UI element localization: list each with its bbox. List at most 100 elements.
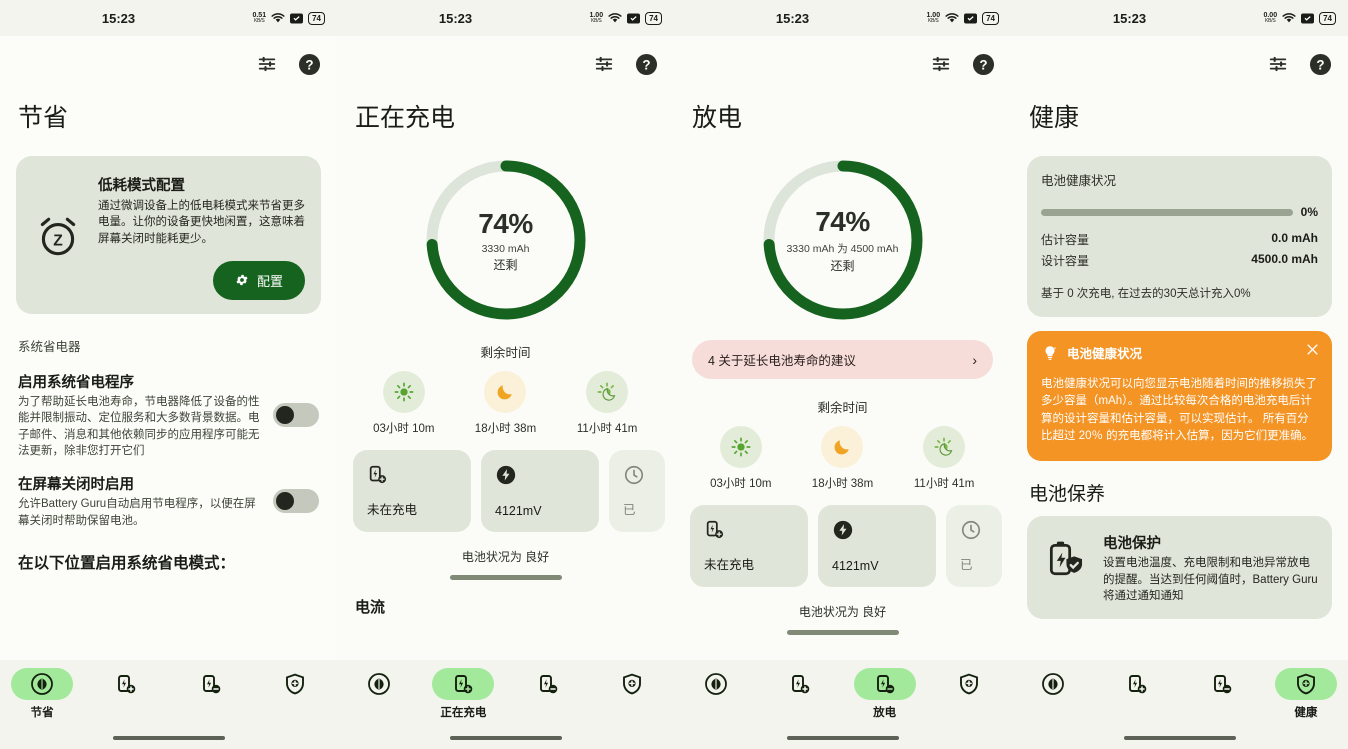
bolt-circle-icon — [833, 520, 853, 540]
nav-item-saver[interactable]: 节省 — [0, 668, 84, 720]
nav-pill — [938, 668, 1000, 700]
sun-moon-icon — [923, 426, 966, 468]
nav-pill — [11, 668, 74, 700]
health-progress-bar — [1041, 208, 1293, 216]
gesture-bar[interactable] — [112, 736, 225, 740]
nav-item-charging[interactable]: 正在充电 — [758, 668, 842, 720]
pref-row-enable-saver[interactable]: 启用系统省电程序 为了帮助延长电池寿命，节电器降低了设备的性能并限制振动、定位服… — [16, 367, 321, 469]
nav-item-discharging[interactable]: 放电 — [1180, 668, 1264, 720]
stat-value: 已 — [960, 558, 973, 572]
svg-text:?: ? — [305, 57, 313, 72]
toggle-enable-saver[interactable] — [273, 403, 319, 428]
nav-item-saver[interactable]: 节省 — [1011, 668, 1095, 720]
nav-pill — [853, 668, 916, 700]
battery-plus-icon — [369, 465, 387, 484]
vpn-icon — [964, 13, 978, 23]
svg-text:Z: Z — [53, 232, 63, 249]
nav-item-charging[interactable]: 正在充电 — [1095, 668, 1179, 720]
page-title: 正在充电 — [355, 104, 456, 132]
battery-level-ring: 74% 3330 mAh 为 4500 mAh 还剩 — [759, 156, 927, 324]
nav-pill — [769, 668, 831, 700]
app-bar: ? — [1011, 36, 1348, 92]
remaining-label: 11小时 41m — [913, 478, 975, 490]
close-icon[interactable] — [1305, 342, 1320, 362]
screen-saver: 15:23 0.51 KB/S 74 ? 节省 Z 低耗模式配置 通过微调设备上… — [0, 0, 337, 749]
pref-row-screen-off[interactable]: 在屏幕关闭时启用 允许Battery Guru自动启用节电程序，以便在屏幕关闭时… — [16, 469, 321, 539]
toggle-screen-off[interactable] — [273, 489, 319, 514]
section-divider — [449, 575, 562, 580]
temperature-icon — [961, 520, 981, 540]
nav-item-charging[interactable]: 正在充电 — [421, 668, 505, 720]
nav-item-health[interactable]: 健康 — [590, 668, 674, 720]
gear-icon — [236, 275, 248, 286]
battery-icon: 74 — [1319, 11, 1336, 25]
maintenance-card-title: 电池保护 — [1103, 536, 1161, 552]
tune-sliders-icon[interactable] — [256, 53, 278, 75]
page-title: 健康 — [1029, 104, 1080, 132]
ring-remaining-label: 还剩 — [830, 259, 855, 273]
moon-icon — [484, 371, 527, 413]
help-circle-icon[interactable]: ? — [1309, 53, 1332, 76]
maintenance-body: 电池保护 设置电池温度、充电限制和电池异常放电的提醒。当达到任何阈值时，Batt… — [1103, 532, 1318, 605]
section-divider — [786, 630, 899, 635]
wifi-icon — [945, 13, 959, 23]
stat-value: 未在充电 — [704, 558, 755, 572]
battery-plus-icon — [792, 675, 810, 694]
nav-item-health[interactable]: 健康 — [253, 668, 337, 720]
advice-label: 4 关于延长电池寿命的建议 — [708, 354, 856, 368]
nav-item-discharging[interactable]: 放电 — [843, 668, 927, 720]
screenshot-root: 15:23 0.51 KB/S 74 ? 节省 Z 低耗模式配置 通过微调设备上… — [0, 0, 1348, 749]
configure-button[interactable]: 配置 — [212, 260, 305, 300]
network-speed-icon: 0.51 KB/S — [252, 12, 267, 24]
status-time: 15:23 — [775, 10, 810, 26]
row-value: 4500.0 mAh — [1251, 252, 1318, 266]
gesture-bar[interactable] — [786, 736, 899, 740]
status-bar: 15:23 0.51 KB/S 74 — [0, 0, 337, 36]
stat-card-charging-state[interactable]: 未在充电 — [353, 450, 471, 532]
charging-content: 正在充电 74% 3330 mAh 还剩 剩余时间 03小时 10m 18小时 … — [337, 92, 674, 660]
gesture-bar[interactable] — [449, 736, 562, 740]
stat-card-voltage[interactable]: 4121mV — [818, 505, 936, 587]
tune-sliders-icon[interactable] — [1267, 53, 1289, 75]
ring-percent: 74% — [815, 206, 870, 237]
help-circle-icon[interactable]: ? — [635, 53, 658, 76]
nav-item-health[interactable]: 健康 — [927, 668, 1011, 720]
temperature-icon — [624, 465, 644, 485]
remaining-item-moon: 18小时 38m — [455, 371, 556, 436]
pref-title: 在屏幕关闭时启用 — [18, 477, 134, 494]
stat-card-temperature[interactable]: 已 — [609, 450, 665, 532]
screen-health: 15:23 0.00 KB/S 74 ? 健康 电池健康状况 0% 估计容量 0… — [1011, 0, 1348, 749]
nav-item-saver[interactable]: 节省 — [337, 668, 421, 720]
nav-label: 放电 — [873, 707, 897, 719]
nav-item-health[interactable]: 健康 — [1264, 668, 1348, 720]
nav-pill — [1191, 668, 1253, 700]
stat-card-temperature[interactable]: 已 — [946, 505, 1002, 587]
low-power-tip-card[interactable]: Z 低耗模式配置 通过微调设备上的低电耗模式来节省更多电量。让你的设备更快地闲置… — [16, 156, 321, 314]
pref-sub: 为了帮助延长电池寿命，节电器降低了设备的性能并限制振动、定位服务和大多数背景数据… — [18, 395, 260, 457]
nav-item-charging[interactable]: 正在充电 — [84, 668, 168, 720]
discharging-content: 放电 74% 3330 mAh 为 4500 mAh 还剩 4 关于延长电池寿命… — [674, 92, 1011, 660]
help-circle-icon[interactable]: ? — [972, 53, 995, 76]
lightbulb-icon — [1045, 345, 1057, 360]
row-value: 0.0 mAh — [1271, 231, 1318, 245]
nav-item-saver[interactable]: 节省 — [674, 668, 758, 720]
configure-button-label: 配置 — [256, 273, 283, 289]
battery-advice-pill[interactable]: 4 关于延长电池寿命的建议 › — [692, 340, 993, 379]
row-label: 估计容量 — [1041, 233, 1090, 247]
stat-card-voltage[interactable]: 4121mV — [481, 450, 599, 532]
stat-card-charging-state[interactable]: 未在充电 — [690, 505, 808, 587]
wifi-icon — [1282, 13, 1296, 23]
nav-item-discharging[interactable]: 放电 — [506, 668, 590, 720]
nav-pill — [95, 668, 157, 700]
tune-sliders-icon[interactable] — [930, 53, 952, 75]
tune-sliders-icon[interactable] — [593, 53, 615, 75]
help-circle-icon[interactable]: ? — [298, 53, 321, 76]
battery-level-ring: 74% 3330 mAh 还剩 — [422, 156, 590, 324]
status-icons: 0.00 KB/S 74 — [1263, 11, 1336, 25]
health-content: 健康 电池健康状况 0% 估计容量 0.0 mAh 设计容量 4500.0 mA… — [1011, 92, 1348, 660]
nav-item-discharging[interactable]: 放电 — [169, 668, 253, 720]
battery-protection-card[interactable]: 电池保护 设置电池温度、充电限制和电池异常放电的提醒。当达到任何阈值时，Batt… — [1027, 516, 1332, 620]
shield-plus-icon — [285, 673, 304, 695]
gesture-bar[interactable] — [1123, 736, 1236, 740]
leaf-icon — [705, 673, 728, 695]
